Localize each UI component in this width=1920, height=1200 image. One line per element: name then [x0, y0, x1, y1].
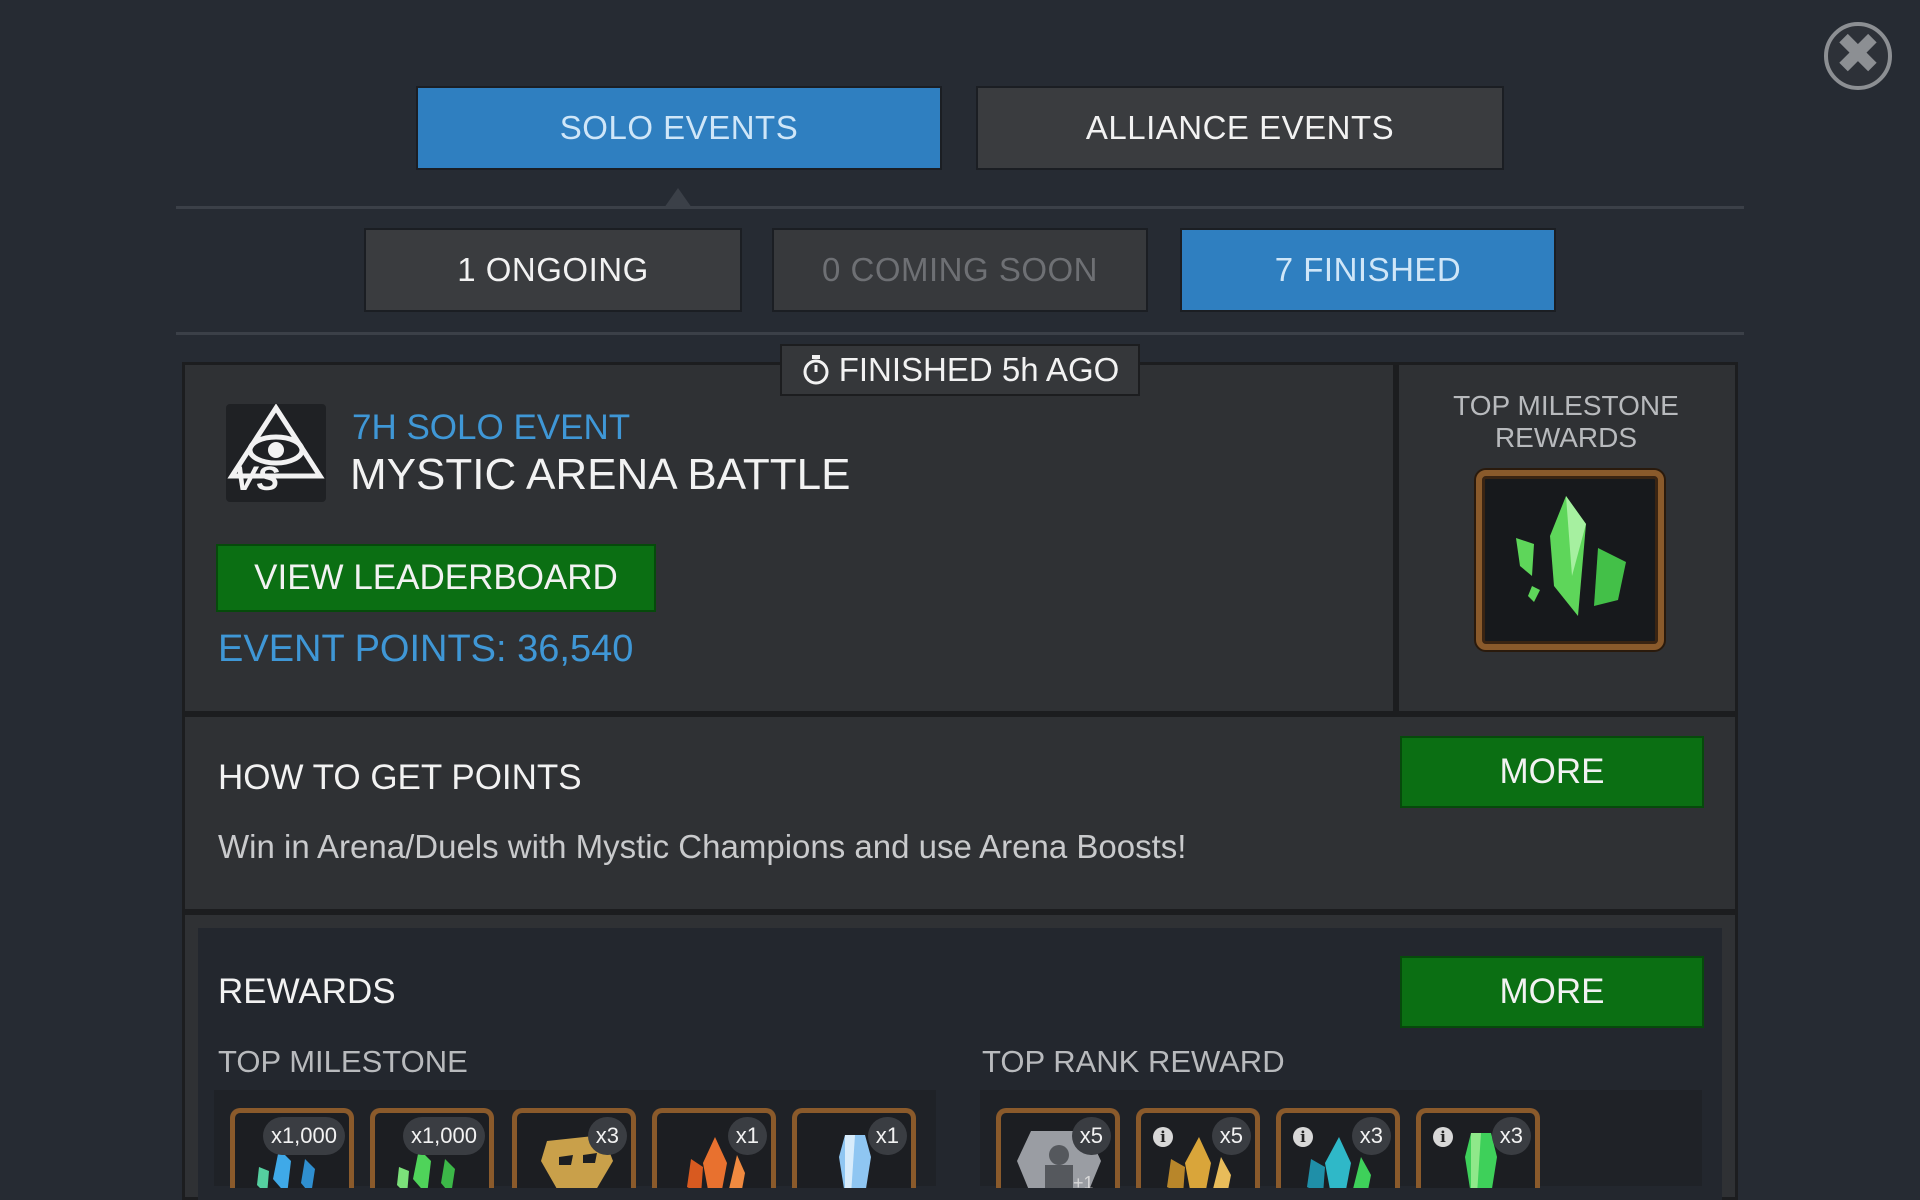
quantity-badge: x5 [1211, 1117, 1251, 1155]
how-to-more-button[interactable]: MORE [1400, 736, 1704, 808]
tab-label: SOLO EVENTS [559, 109, 799, 146]
milestone-reward-item[interactable]: x1,000 [230, 1108, 354, 1188]
mystic-versus-icon: VS [226, 403, 326, 502]
quantity-label: x1,000 [410, 1123, 477, 1148]
stopwatch-icon [803, 355, 829, 385]
quantity-label: x5 [1219, 1123, 1243, 1148]
quantity-label: x5 [1079, 1123, 1103, 1148]
divider [176, 206, 1744, 209]
quantity-badge: x3 [587, 1117, 627, 1155]
milestone-reward-item[interactable]: x1 [652, 1108, 776, 1188]
rank-reward-item[interactable]: i x5 [1136, 1108, 1260, 1188]
rewards-title: REWARDS [218, 972, 396, 1011]
tab-label: 1 ONGOING [457, 251, 649, 288]
quantity-badge: x3 [1351, 1117, 1391, 1155]
finished-status-badge: FINISHED 5h AGO [780, 344, 1140, 396]
top-milestone-reward[interactable] [1476, 470, 1664, 650]
tab-solo-events[interactable]: SOLO EVENTS [416, 86, 942, 170]
quantity-label: x1 [735, 1123, 759, 1148]
how-to-title: HOW TO GET POINTS [218, 758, 582, 797]
event-title: MYSTIC ARENA BATTLE [350, 450, 851, 499]
tab-ongoing[interactable]: 1 ONGOING [364, 228, 742, 312]
quantity-badge: x1 [727, 1117, 767, 1155]
top-rank-label: TOP RANK REWARD [982, 1044, 1285, 1079]
quantity-badge: x1,000 [402, 1117, 485, 1155]
quantity-badge: x3 [1491, 1117, 1531, 1155]
quantity-label: x1,000 [270, 1123, 337, 1148]
quantity-label: x3 [1359, 1123, 1383, 1148]
rewards-more-button[interactable]: MORE [1400, 956, 1704, 1028]
button-label: VIEW LEADERBOARD [254, 558, 618, 597]
tab-label: 7 FINISHED [1274, 251, 1462, 288]
tab-alliance-events[interactable]: ALLIANCE EVENTS [976, 86, 1504, 170]
quantity-label: x3 [595, 1123, 619, 1148]
active-tab-pointer [664, 188, 692, 208]
event-type-label: 7H SOLO EVENT [352, 408, 631, 447]
quantity-label: x3 [1499, 1123, 1523, 1148]
how-to-description: Win in Arena/Duels with Mystic Champions… [218, 828, 1187, 865]
tab-label: 0 COMING SOON [821, 251, 1099, 288]
close-button[interactable]: ✖ [1824, 22, 1892, 90]
top-milestone-heading: TOP MILESTONE REWARDS [1404, 390, 1728, 454]
rank-reward-item[interactable]: +1 x5 [996, 1108, 1120, 1188]
info-icon[interactable]: i [1433, 1127, 1453, 1147]
event-points: EVENT POINTS: 36,540 [218, 628, 634, 670]
top-milestone-label: TOP MILESTONE [218, 1044, 468, 1079]
milestone-reward-item[interactable]: x1 [792, 1108, 916, 1188]
button-label: MORE [1499, 752, 1605, 791]
view-leaderboard-button[interactable]: VIEW LEADERBOARD [216, 544, 656, 612]
quantity-badge: x1,000 [262, 1117, 345, 1155]
tab-coming-soon[interactable]: 0 COMING SOON [772, 228, 1148, 312]
quantity-badge: x5 [1071, 1117, 1111, 1155]
rank-reward-item[interactable]: i x3 [1416, 1108, 1540, 1188]
heading-line: TOP MILESTONE [1453, 390, 1679, 421]
divider [176, 332, 1744, 335]
quantity-badge: x1 [867, 1117, 907, 1155]
vs-icon-text: VS [234, 460, 280, 498]
finished-label: FINISHED 5h AGO [838, 351, 1120, 388]
bonus-label: +1 [1073, 1173, 1094, 1188]
quantity-label: x1 [875, 1123, 899, 1148]
close-icon: ✖ [1834, 22, 1882, 85]
tab-finished[interactable]: 7 FINISHED [1180, 228, 1556, 312]
button-label: MORE [1499, 972, 1605, 1011]
green-crystal-icon [1516, 496, 1626, 616]
tab-label: ALLIANCE EVENTS [1085, 109, 1395, 146]
info-glyph: i [1440, 1128, 1446, 1146]
milestone-reward-item[interactable]: x3 [512, 1108, 636, 1188]
milestone-reward-item[interactable]: x1,000 [370, 1108, 494, 1188]
rank-reward-item[interactable]: i x3 [1276, 1108, 1400, 1188]
heading-line: REWARDS [1494, 422, 1638, 453]
